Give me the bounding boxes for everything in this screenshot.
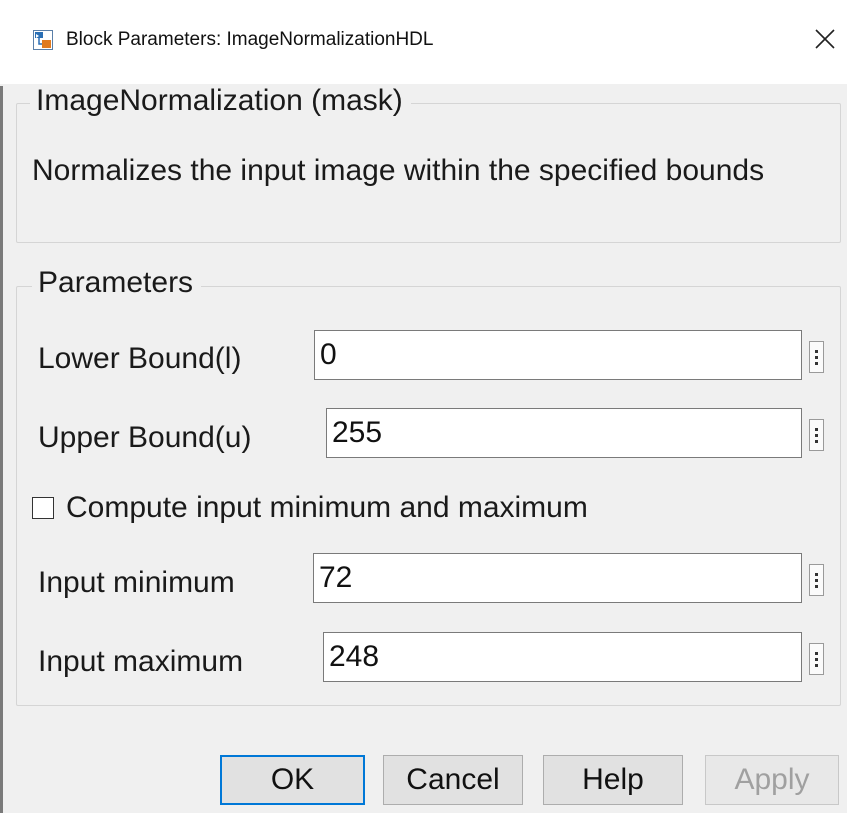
window-left-border [0,86,3,813]
compute-min-max-row[interactable]: Compute input minimum and maximum [32,488,588,528]
input-maximum-input[interactable] [323,632,802,682]
title-bar[interactable]: Block Parameters: ImageNormalizationHDL [0,0,847,84]
input-minimum-input[interactable] [313,553,802,603]
cancel-button[interactable]: Cancel [383,755,523,805]
lower-bound-input[interactable] [314,330,802,380]
more-options-icon [815,572,818,576]
more-options-icon [815,349,818,353]
input-maximum-label: Input maximum [38,645,244,678]
input-minimum-label: Input minimum [38,566,235,599]
help-button[interactable]: Help [543,755,683,805]
window-title: Block Parameters: ImageNormalizationHDL [66,29,434,50]
input-maximum-more-button[interactable] [809,643,824,675]
parameters-group-legend: Parameters [32,266,202,300]
input-minimum-more-button[interactable] [809,564,824,596]
mask-group-legend: ImageNormalization (mask) [30,84,411,118]
upper-bound-label: Upper Bound(u) [38,421,252,454]
block-parameters-dialog: Block Parameters: ImageNormalizationHDL … [0,0,847,813]
close-button[interactable] [808,22,842,56]
lower-bound-label: Lower Bound(l) [38,342,242,375]
ok-button[interactable]: OK [220,755,365,805]
lower-bound-more-button[interactable] [809,341,824,373]
apply-button[interactable]: Apply [705,755,839,805]
upper-bound-input[interactable] [326,408,802,458]
close-icon [815,29,835,49]
upper-bound-more-button[interactable] [809,419,824,451]
simulink-block-icon [33,30,53,50]
compute-min-max-label: Compute input minimum and maximum [66,491,588,524]
more-options-icon [815,427,818,431]
compute-min-max-checkbox[interactable] [32,497,54,519]
more-options-icon [815,651,818,655]
mask-description: Normalizes the input image within the sp… [32,154,765,187]
